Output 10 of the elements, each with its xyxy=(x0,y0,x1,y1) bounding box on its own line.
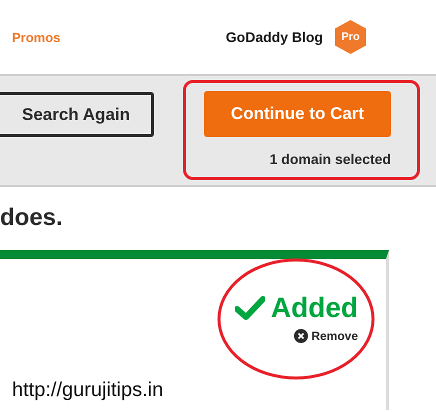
close-icon xyxy=(294,329,308,343)
remove-link[interactable]: Remove xyxy=(294,329,358,343)
check-icon xyxy=(234,296,265,320)
blog-link[interactable]: GoDaddy Blog xyxy=(226,29,323,45)
search-again-button[interactable]: Search Again xyxy=(0,92,154,137)
added-status: Added xyxy=(270,293,358,323)
heading: does. xyxy=(0,203,64,233)
domain-name: http://gurujitips.in xyxy=(12,379,164,402)
pro-badge: Pro xyxy=(335,20,366,54)
selection-count: 1 domain selected xyxy=(270,151,391,167)
